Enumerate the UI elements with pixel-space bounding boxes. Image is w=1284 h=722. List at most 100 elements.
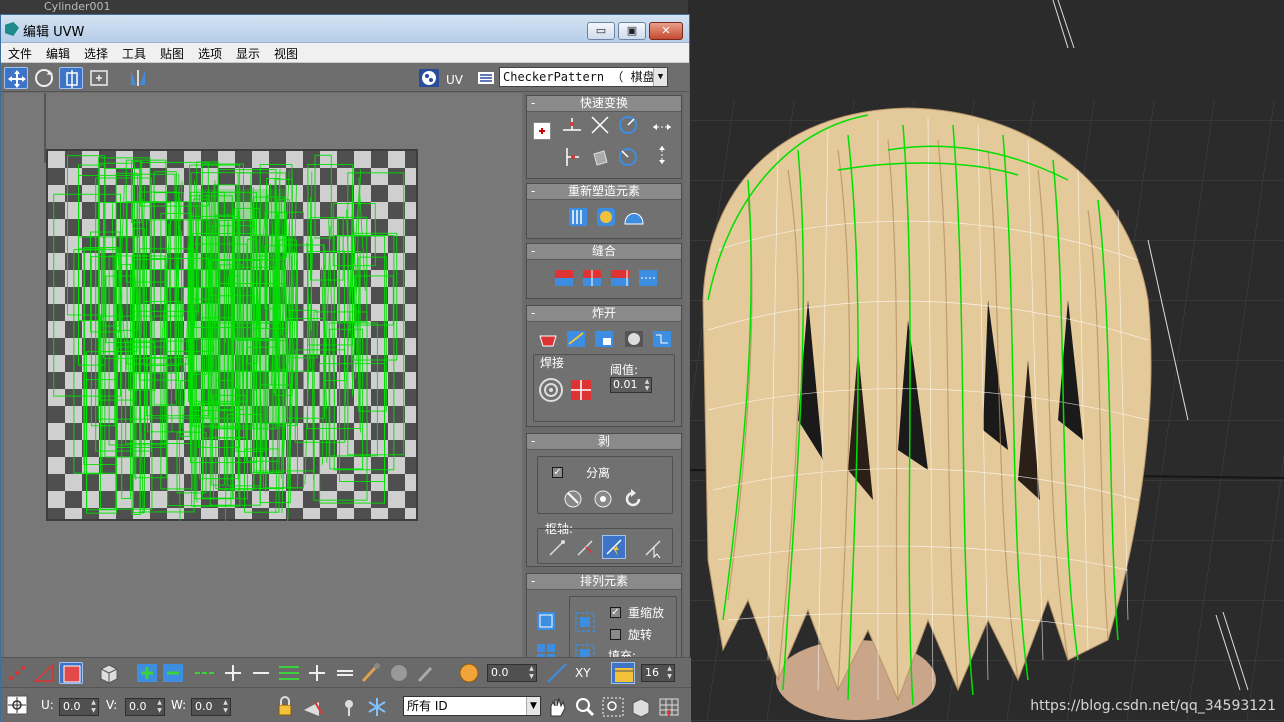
rotate-tool-button[interactable] <box>32 67 56 89</box>
straighten-icon[interactable] <box>589 114 611 136</box>
ring-icon[interactable] <box>277 662 301 684</box>
relax-icon[interactable] <box>595 206 617 228</box>
uv-island[interactable] <box>78 174 141 238</box>
maximize-button[interactable]: ▣ <box>618 22 646 40</box>
menu-edit[interactable]: 编辑 <box>46 45 70 62</box>
scale-tool-button[interactable] <box>59 67 83 89</box>
window-titlebar[interactable]: 编辑 UVW ▭ ▣ ✕ <box>1 15 689 43</box>
detach-edge-icon[interactable] <box>565 328 587 350</box>
minimize-button[interactable]: ▭ <box>587 22 615 40</box>
ring-shrink-icon[interactable] <box>333 662 357 684</box>
zoom-extents-icon[interactable] <box>629 696 653 718</box>
uv-island[interactable] <box>339 235 386 482</box>
align-horizontal-icon[interactable] <box>561 114 583 136</box>
hide-icon[interactable] <box>301 696 325 718</box>
select-pins-icon[interactable] <box>642 537 664 559</box>
paint-grow-icon[interactable] <box>387 662 411 684</box>
unpin-icon[interactable] <box>574 537 596 559</box>
rotate-cw-icon[interactable] <box>617 114 639 136</box>
threshold-spinner[interactable]: 0.01 ▲ ▼ <box>610 377 652 393</box>
move-tool-button[interactable] <box>4 67 28 89</box>
rollout-header[interactable]: -剥 <box>527 434 681 450</box>
detach-checkbox[interactable]: ✓ <box>552 467 563 478</box>
rotate-ccw-icon[interactable] <box>617 146 639 168</box>
menu-view[interactable]: 视图 <box>274 45 298 62</box>
paint-shrink-icon[interactable] <box>415 662 439 684</box>
menu-file[interactable]: 文件 <box>8 45 32 62</box>
stitch-custom-icon[interactable] <box>637 266 659 288</box>
rollout-header[interactable]: - 缝合 <box>527 244 681 260</box>
w-spinner[interactable]: 0.0 ▲ ▼ <box>191 698 231 716</box>
uv-editor-viewport[interactable] <box>4 93 522 665</box>
loop-shrink-icon[interactable] <box>249 662 273 684</box>
rescale-checkbox[interactable]: ✓ <box>610 607 621 618</box>
v-spinner[interactable]: 0.0 ▲ ▼ <box>125 698 165 716</box>
stitch-to-target-icon[interactable] <box>553 266 575 288</box>
material-id-dropdown[interactable]: 所有 ID ▼ <box>403 696 541 716</box>
grid-snap-icon[interactable] <box>657 696 681 718</box>
pack-custom-icon[interactable] <box>574 611 596 633</box>
weld-target-icon[interactable] <box>568 377 594 403</box>
weld-selected-icon[interactable] <box>538 377 564 403</box>
3d-viewport[interactable]: https://blog.csdn.net/qq_34593121 <box>688 0 1284 722</box>
texture-list-button[interactable] <box>474 67 498 89</box>
grow-selection-icon[interactable] <box>135 662 159 684</box>
pin-selected-icon[interactable] <box>546 537 568 559</box>
loop-icon[interactable] <box>193 662 217 684</box>
menu-mapping[interactable]: 贴图 <box>160 45 184 62</box>
flatten-icon[interactable] <box>623 328 645 350</box>
pack-normalize-icon[interactable] <box>535 610 557 632</box>
uv-label[interactable]: UV <box>446 73 463 87</box>
snowflake-icon[interactable] <box>365 696 389 718</box>
rollout-header[interactable]: - 炸开 <box>527 306 681 322</box>
edge-mode-icon[interactable] <box>32 662 56 684</box>
stitch-to-source-icon[interactable] <box>609 266 631 288</box>
texture-dropdown[interactable]: CheckerPattern （ 棋盘 ▼ <box>499 67 668 87</box>
break-icon[interactable] <box>537 328 559 350</box>
pan-hand-icon[interactable] <box>545 696 569 718</box>
menu-display[interactable]: 显示 <box>236 45 260 62</box>
rollout-header[interactable]: - 快速变换 <box>527 96 681 112</box>
close-button[interactable]: ✕ <box>649 22 683 40</box>
detach-selection-icon[interactable] <box>593 328 615 350</box>
straighten-selection-icon[interactable] <box>567 206 589 228</box>
mirror-tool-button[interactable] <box>126 67 150 89</box>
paint-select-icon[interactable] <box>359 662 383 684</box>
space-vertical-icon[interactable] <box>651 144 673 166</box>
zoom-icon[interactable] <box>573 696 597 718</box>
freeform-tool-button[interactable] <box>87 67 111 89</box>
flatten-by-smoothing-icon[interactable] <box>651 328 673 350</box>
uv-islands-overlay[interactable] <box>46 149 418 521</box>
align-to-edge-icon[interactable] <box>589 146 611 168</box>
quick-peel-icon[interactable] <box>562 487 584 509</box>
uv-island[interactable] <box>125 340 192 444</box>
menu-options[interactable]: 选项 <box>198 45 222 62</box>
space-horizontal-icon[interactable] <box>651 116 673 138</box>
limit-by-edge-icon[interactable] <box>611 662 635 684</box>
loop-grow-icon[interactable] <box>221 662 245 684</box>
uv-island[interactable] <box>53 193 121 397</box>
menu-select[interactable]: 选择 <box>84 45 108 62</box>
u-spinner[interactable]: 0.0 ▲ ▼ <box>59 698 99 716</box>
reset-peel-icon[interactable] <box>622 487 644 509</box>
face-mode-icon[interactable] <box>59 662 83 684</box>
align-vertical-icon[interactable] <box>561 146 583 168</box>
ring-grow-icon[interactable] <box>305 662 329 684</box>
show-map-button[interactable] <box>417 67 441 89</box>
menu-tools[interactable]: 工具 <box>122 45 146 62</box>
edge-distance-spinner[interactable]: 16 ▲ ▼ <box>641 664 675 682</box>
shrink-selection-icon[interactable] <box>161 662 185 684</box>
freeze-icon[interactable] <box>337 696 361 718</box>
zoom-region-icon[interactable] <box>601 696 625 718</box>
stitch-average-icon[interactable] <box>581 266 603 288</box>
vertex-mode-icon[interactable] <box>5 662 29 684</box>
rollout-header[interactable]: - 重新塑造元素 <box>527 184 681 200</box>
peel-mode-icon[interactable] <box>592 487 614 509</box>
soft-select-icon[interactable] <box>457 662 481 684</box>
absolute-relative-icon[interactable] <box>5 694 29 716</box>
falloff-space-label[interactable]: XY <box>575 666 591 680</box>
auto-pin-icon[interactable] <box>602 535 626 559</box>
relax-until-flat-icon[interactable] <box>623 206 645 228</box>
lock-icon[interactable] <box>273 696 297 718</box>
element-mode-icon[interactable] <box>97 662 121 684</box>
